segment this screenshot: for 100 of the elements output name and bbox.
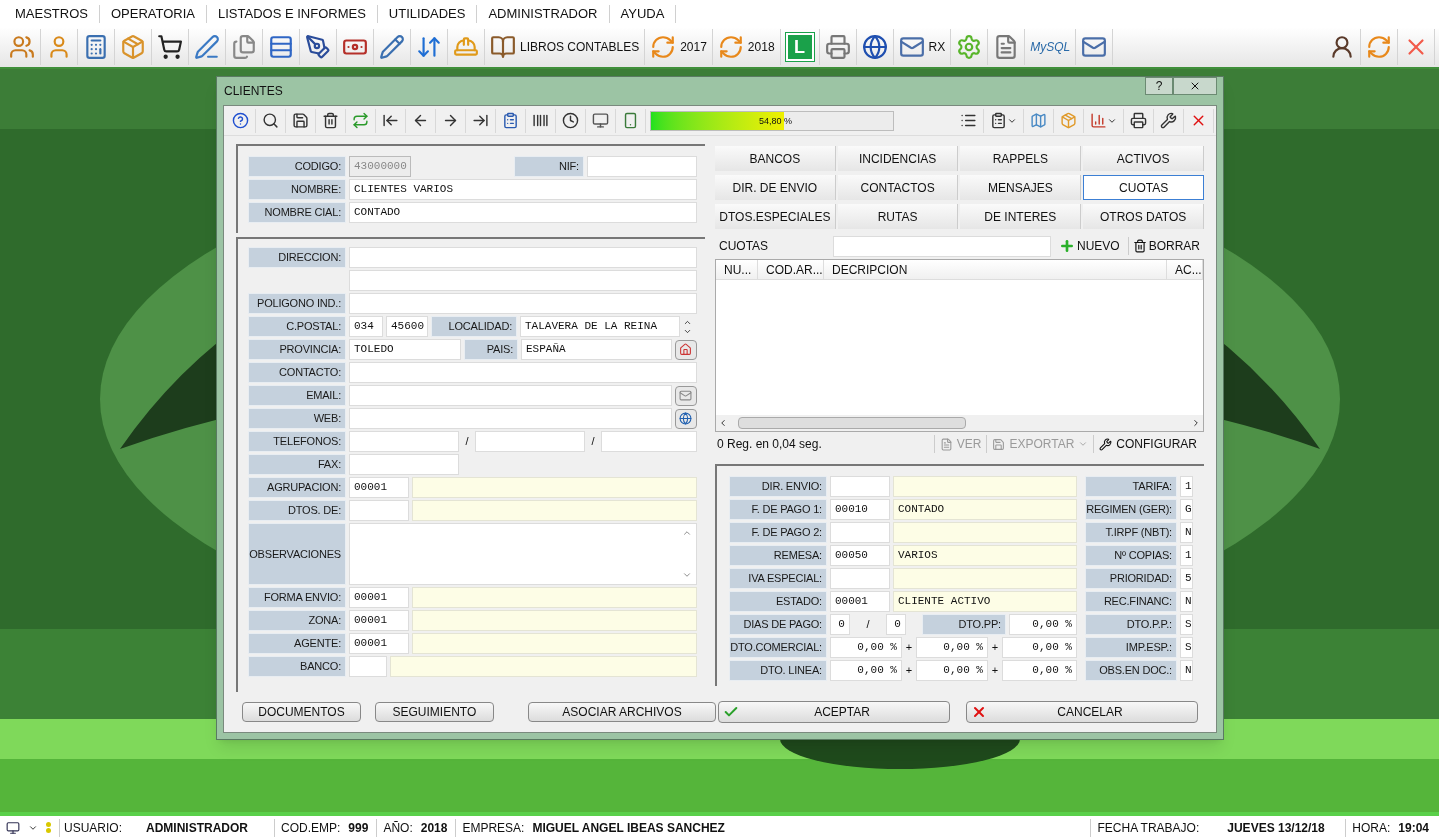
horizontal-scrollbar[interactable] — [715, 415, 1203, 431]
menu-item[interactable]: ADMINISTRADOR — [477, 4, 610, 23]
notes-field[interactable] — [349, 523, 697, 585]
text-field[interactable] — [892, 522, 1077, 543]
tracking-button[interactable]: SEGUIMIENTO — [374, 702, 494, 722]
text-field[interactable] — [349, 408, 672, 429]
text-field[interactable] — [349, 270, 697, 291]
cancel-button[interactable]: CANCELAR — [966, 701, 1198, 723]
text-field[interactable] — [349, 431, 459, 452]
text-field[interactable] — [349, 385, 672, 406]
house-button[interactable] — [674, 339, 697, 360]
text-field[interactable] — [349, 247, 697, 268]
menu-item[interactable]: UTILIDADES — [377, 4, 478, 23]
computer-icon[interactable] — [6, 820, 20, 835]
text-field[interactable]: 5 — [1179, 568, 1193, 589]
tab[interactable]: CUOTAS — [1083, 175, 1204, 200]
text-field[interactable]: 0,00 % — [829, 660, 902, 681]
tab[interactable]: DE INTERES — [960, 204, 1082, 229]
text-field[interactable] — [349, 454, 459, 475]
text-field[interactable] — [829, 476, 890, 497]
text-field[interactable] — [390, 656, 697, 677]
text-field[interactable]: 0,00 % — [915, 660, 988, 681]
text-field[interactable]: 0,00 % — [829, 637, 902, 658]
text-field[interactable] — [601, 431, 697, 452]
tab[interactable]: DIR. DE ENVIO — [714, 175, 836, 200]
tab[interactable]: RUTAS — [837, 204, 959, 229]
books-button[interactable]: LIBROS CONTABLES — [485, 29, 646, 65]
text-field[interactable] — [412, 633, 697, 654]
menu-item[interactable]: OPERATORIA — [99, 4, 207, 23]
text-field[interactable] — [349, 362, 697, 383]
text-field[interactable] — [412, 477, 697, 498]
column-header[interactable]: AC... — [1167, 260, 1203, 279]
menu-item[interactable]: MAESTROS — [4, 4, 100, 23]
tab[interactable]: ACTIVOS — [1083, 146, 1204, 171]
help-button[interactable]: ? — [1145, 77, 1173, 95]
text-field[interactable] — [349, 293, 697, 314]
text-field[interactable]: S — [1179, 637, 1193, 658]
text-field[interactable] — [412, 587, 697, 608]
attach-files-button[interactable]: ASOCIAR ARCHIVOS — [527, 702, 717, 722]
scroll-right-icon[interactable] — [1191, 418, 1201, 428]
text-field[interactable]: CONTADO — [892, 499, 1077, 520]
text-field[interactable] — [412, 610, 697, 631]
text-field[interactable]: VARIOS — [892, 545, 1077, 566]
menu-item[interactable]: LISTADOS E INFORMES — [207, 4, 378, 23]
column-header[interactable]: COD.AR... — [757, 260, 824, 279]
text-field[interactable]: 0,00 % — [1008, 614, 1077, 635]
text-field[interactable]: 1 — [1179, 476, 1193, 497]
mail-button[interactable]: RX — [893, 29, 952, 65]
text-field[interactable]: G — [1179, 499, 1193, 520]
documents-button[interactable]: DOCUMENTOS — [242, 702, 361, 722]
tab[interactable]: RAPPELS — [960, 146, 1082, 171]
text-field[interactable]: CLIENTE ACTIVO — [892, 591, 1077, 612]
accept-button[interactable]: ACEPTAR — [718, 701, 951, 723]
text-field[interactable] — [475, 431, 585, 452]
scroll-down-icon[interactable] — [681, 570, 692, 580]
text-field[interactable]: TALAVERA DE LA REINA — [520, 316, 680, 337]
text-field[interactable]: TOLEDO — [349, 339, 461, 360]
close-button[interactable] — [1173, 77, 1217, 95]
text-field[interactable]: CLIENTES VARIOS — [349, 179, 697, 200]
tab[interactable]: INCIDENCIAS — [837, 146, 959, 171]
text-field[interactable]: 00050 — [829, 545, 890, 566]
text-field[interactable]: N — [1179, 660, 1193, 681]
tab[interactable]: OTROS DATOS — [1083, 204, 1204, 229]
text-field[interactable]: 45600 — [386, 316, 428, 337]
text-field[interactable]: 0,00 % — [1001, 637, 1077, 658]
text-field[interactable]: N — [1179, 591, 1193, 612]
text-field[interactable]: 00001 — [349, 477, 409, 498]
text-field[interactable]: 1 — [1179, 545, 1193, 566]
tab[interactable]: BANCOS — [714, 146, 836, 171]
text-field[interactable] — [829, 568, 890, 589]
text-field[interactable]: ESPAÑA — [521, 339, 672, 360]
text-field[interactable]: 00001 — [349, 633, 409, 654]
scroll-up-icon[interactable] — [681, 528, 692, 538]
configure-button[interactable]: CONFIGURAR — [1093, 435, 1202, 453]
text-field[interactable]: 00010 — [829, 499, 890, 520]
search-field[interactable] — [832, 235, 1051, 257]
text-field[interactable]: 00001 — [829, 591, 890, 612]
column-header[interactable]: NU... — [715, 260, 758, 279]
text-field[interactable]: S — [1179, 614, 1193, 635]
text-field[interactable]: 0 — [885, 614, 906, 635]
menu-item[interactable]: AYUDA — [609, 4, 677, 23]
text-field[interactable]: 00001 — [349, 610, 409, 631]
scroll-thumb[interactable] — [737, 417, 966, 429]
column-header[interactable]: DECRIPCION — [823, 260, 1167, 279]
year-button[interactable]: 2018 — [712, 29, 781, 65]
delete-button[interactable]: BORRAR — [1127, 237, 1200, 255]
globe-button[interactable] — [674, 408, 697, 429]
text-field[interactable] — [349, 656, 387, 677]
text-field[interactable] — [349, 500, 409, 521]
tab[interactable]: DTOS.ESPECIALES — [714, 204, 836, 229]
tab[interactable]: CONTACTOS — [837, 175, 959, 200]
text-field[interactable] — [586, 156, 697, 177]
text-field[interactable]: 0 — [829, 614, 850, 635]
text-field[interactable]: 0,00 % — [915, 637, 988, 658]
text-field[interactable]: 0,00 % — [1001, 660, 1077, 681]
text-field[interactable]: 00001 — [349, 587, 409, 608]
text-field[interactable] — [829, 522, 890, 543]
text-field[interactable] — [892, 568, 1077, 589]
mail-button[interactable] — [674, 385, 697, 406]
text-field[interactable]: CONTADO — [349, 202, 697, 223]
